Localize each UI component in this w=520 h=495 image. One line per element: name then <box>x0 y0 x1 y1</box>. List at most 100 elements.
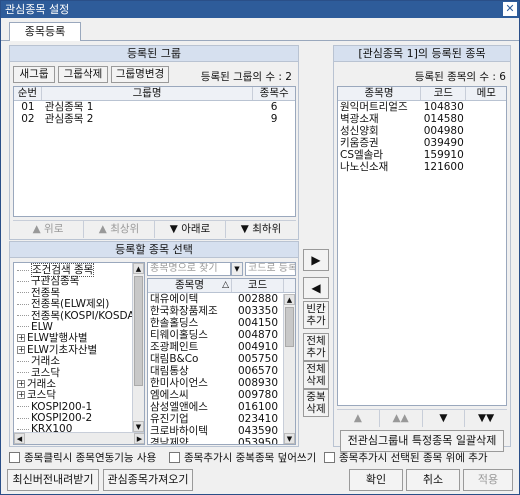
select-stock-panel: 등록할 종목 선택 조건검색 종목 구관심종목 전종목 전종목(ELW제외) 전종목(K… <box>9 241 299 447</box>
table-row[interactable]: 02 관심종목 2 9 <box>14 113 295 125</box>
table-row[interactable]: 01 관심종목 1 6 <box>14 101 295 113</box>
col-header-no[interactable]: 순번 <box>14 87 42 100</box>
code-register-input[interactable]: 코드로 등록 <box>245 262 296 276</box>
tab-register[interactable]: 종목등록 <box>9 22 81 42</box>
rename-group-button[interactable]: 그룹명변경 <box>111 66 169 83</box>
link-click-option[interactable]: 종목클릭시 종목연동기능 사용 <box>9 452 156 464</box>
stock-name: 엠에스씨 <box>150 389 189 401</box>
ok-button[interactable]: 확인 <box>349 469 403 491</box>
stock-memo <box>466 125 506 137</box>
batch-delete-button[interactable]: 전관심그룹내 특정종목 일괄삭제 <box>340 430 504 452</box>
col-header-group-name[interactable]: 그룹명 <box>42 87 254 100</box>
scroll-left-arrow-icon[interactable]: ◀ <box>14 433 25 444</box>
checkbox[interactable] <box>324 452 335 463</box>
stock-move-bottom-button[interactable]: ▼▼ <box>465 410 507 427</box>
table-row[interactable]: 한미사이언스 008930 <box>148 377 295 389</box>
remove-stock-button[interactable]: ◀ <box>303 277 329 299</box>
expand-plus-icon[interactable]: + <box>17 345 25 354</box>
col-header-stock-name[interactable]: 종목명 △ <box>148 279 232 292</box>
stock-move-down-button[interactable]: ▼ <box>423 410 466 427</box>
scroll-thumb[interactable] <box>134 276 143 386</box>
add-all-button[interactable]: 전체 추가 <box>303 333 329 361</box>
scroll-down-arrow-icon[interactable]: ▼ <box>133 421 144 432</box>
scroll-up-arrow-icon[interactable]: ▲ <box>133 263 144 274</box>
cancel-button[interactable]: 취소 <box>406 469 460 491</box>
delete-duplicates-button[interactable]: 중복 삭제 <box>303 389 329 417</box>
chevron-down-icon[interactable]: ▼ <box>231 262 243 276</box>
table-row[interactable]: 엠에스씨 009780 <box>148 389 295 401</box>
table-row[interactable]: 조광페인트 004910 <box>148 341 295 353</box>
col-header-memo[interactable]: 메모 <box>466 87 506 100</box>
stock-name: CS엘솔라 <box>340 149 383 161</box>
stock-rows: 대유에이텍 002880 한국화장품제조 003350 한솔홀딩스 004150 티웨이홀딩… <box>148 293 295 444</box>
tree-connector <box>17 372 29 374</box>
registered-panel-title: [관심종목 1]의 등록된 종목 <box>334 46 510 62</box>
tab-content: 등록된 그룹 새그룹 그룹삭제 그룹명변경 등록된 그룹의 수 : 2 순번 그… <box>1 41 519 494</box>
table-row[interactable]: CS엘솔라 159910 <box>338 149 506 161</box>
scroll-thumb[interactable] <box>285 307 294 347</box>
col-header-code[interactable]: 코드 <box>232 279 284 292</box>
col-header-stock-name[interactable]: 종목명 <box>338 87 422 100</box>
stock-name: 한솔홀딩스 <box>150 317 199 329</box>
stock-code: 006570 <box>237 365 279 377</box>
tree-horizontal-scrollbar[interactable]: ◀ ▶ <box>14 432 144 444</box>
table-row[interactable]: 키움증권 039490 <box>338 137 506 149</box>
overwrite-duplicates-option[interactable]: 종목추가시 중복종목 덮어쓰기 <box>169 452 316 464</box>
table-row[interactable]: 삼성엘앤에스 016100 <box>148 401 295 413</box>
add-above-selected-option[interactable]: 종목추가시 선택된 종목 위에 추가 <box>324 452 488 464</box>
expand-plus-icon[interactable]: + <box>17 391 25 400</box>
table-row[interactable]: 원익머트리얼즈 104830 <box>338 101 506 113</box>
import-watchlist-button[interactable]: 관심종목가져오기 <box>103 469 193 491</box>
delete-group-button[interactable]: 그룹삭제 <box>58 66 108 83</box>
expand-plus-icon[interactable]: + <box>17 379 25 388</box>
stock-name: 벽광소재 <box>340 113 379 125</box>
tree-item-label: KOSPI200-1 <box>31 400 93 413</box>
table-row[interactable]: 대림통상 006570 <box>148 365 295 377</box>
add-blank-button[interactable]: 빈칸 추가 <box>303 301 329 329</box>
delete-all-button[interactable]: 전체 삭제 <box>303 361 329 389</box>
title-bar: 관심종목 설정 ✕ <box>1 1 519 18</box>
col-header-code[interactable]: 코드 <box>421 87 467 100</box>
expand-plus-icon[interactable]: + <box>17 334 25 343</box>
table-row[interactable]: 벽광소재 014580 <box>338 113 506 125</box>
stock-code: 009780 <box>237 389 279 401</box>
table-row[interactable]: 대림B&Co 005750 <box>148 353 295 365</box>
option-label: 종목추가시 선택된 종목 위에 추가 <box>339 452 488 464</box>
col-header-count[interactable]: 종목수 <box>253 87 295 100</box>
move-bottom-button[interactable]: ▼ 최하위 <box>226 221 296 238</box>
move-up-button[interactable]: ▲ 위로 <box>13 221 84 238</box>
stock-name: 유진기업 <box>150 413 189 425</box>
checkbox[interactable] <box>169 452 180 463</box>
registered-nav-bar: ▲ ▲▲ ▼ ▼▼ <box>337 409 507 427</box>
tree-item-label: 코스닥 <box>27 389 56 402</box>
scroll-right-arrow-icon[interactable]: ▶ <box>134 433 144 444</box>
checkbox[interactable] <box>9 452 20 463</box>
tree-vertical-scrollbar[interactable]: ▲ ▼ <box>132 263 144 432</box>
table-row[interactable]: 대유에이텍 002880 <box>148 293 295 305</box>
table-row[interactable]: 크로바하이텍 043590 <box>148 425 295 437</box>
stock-move-top-button[interactable]: ▲▲ <box>380 410 423 427</box>
new-group-button[interactable]: 새그룹 <box>13 66 55 83</box>
move-top-button[interactable]: ▲ 최상위 <box>84 221 155 238</box>
scroll-down-arrow-icon[interactable]: ▼ <box>284 433 295 444</box>
table-row[interactable]: 티웨이홀딩스 004870 <box>148 329 295 341</box>
apply-button[interactable]: 적용 <box>463 469 513 491</box>
table-row[interactable]: 한국화장품제조 003350 <box>148 305 295 317</box>
stock-name-search-input[interactable]: 종목명으로 찾기 <box>147 262 231 276</box>
scroll-up-arrow-icon[interactable]: ▲ <box>284 294 295 305</box>
group-count-label: 등록된 그룹의 수 : 2 <box>200 71 292 83</box>
table-row[interactable]: 한솔홀딩스 004150 <box>148 317 295 329</box>
add-stock-button[interactable]: ▶ <box>303 249 329 271</box>
option-label: 종목클릭시 종목연동기능 사용 <box>24 452 157 464</box>
move-down-button[interactable]: ▼ 아래로 <box>155 221 226 238</box>
stock-name: 대림통상 <box>150 365 189 377</box>
close-icon[interactable]: ✕ <box>503 2 517 16</box>
tree-connector <box>17 417 29 419</box>
table-row[interactable]: 유진기업 023410 <box>148 413 295 425</box>
table-row[interactable]: 성신양회 004980 <box>338 125 506 137</box>
table-row[interactable]: 나노신소재 121600 <box>338 161 506 173</box>
stock-move-up-button[interactable]: ▲ <box>337 410 380 427</box>
table-row[interactable]: 경남제약 053950 <box>148 437 295 444</box>
download-latest-button[interactable]: 최신버전내려받기 <box>7 469 99 491</box>
stock-list-scrollbar[interactable]: ▲ ▼ <box>283 294 295 444</box>
